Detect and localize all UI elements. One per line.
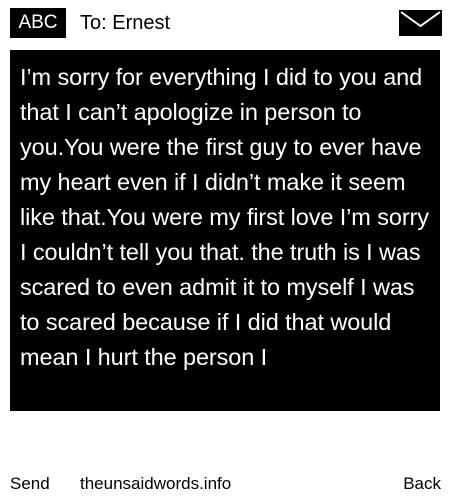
- send-button[interactable]: Send: [10, 470, 50, 498]
- softkey-bar: Send theunsaidwords.info Back: [0, 470, 450, 498]
- back-button[interactable]: Back: [403, 470, 441, 498]
- message-header: ABC To: Ernest: [0, 0, 450, 44]
- envelope-icon[interactable]: [399, 10, 442, 36]
- message-body[interactable]: I’m sorry for everything I did to you an…: [10, 50, 440, 411]
- input-mode-badge[interactable]: ABC: [10, 8, 66, 38]
- site-name: theunsaidwords.info: [80, 474, 232, 493]
- recipient-label: To: Ernest: [80, 12, 171, 34]
- message-text: I’m sorry for everything I did to you an…: [20, 64, 429, 370]
